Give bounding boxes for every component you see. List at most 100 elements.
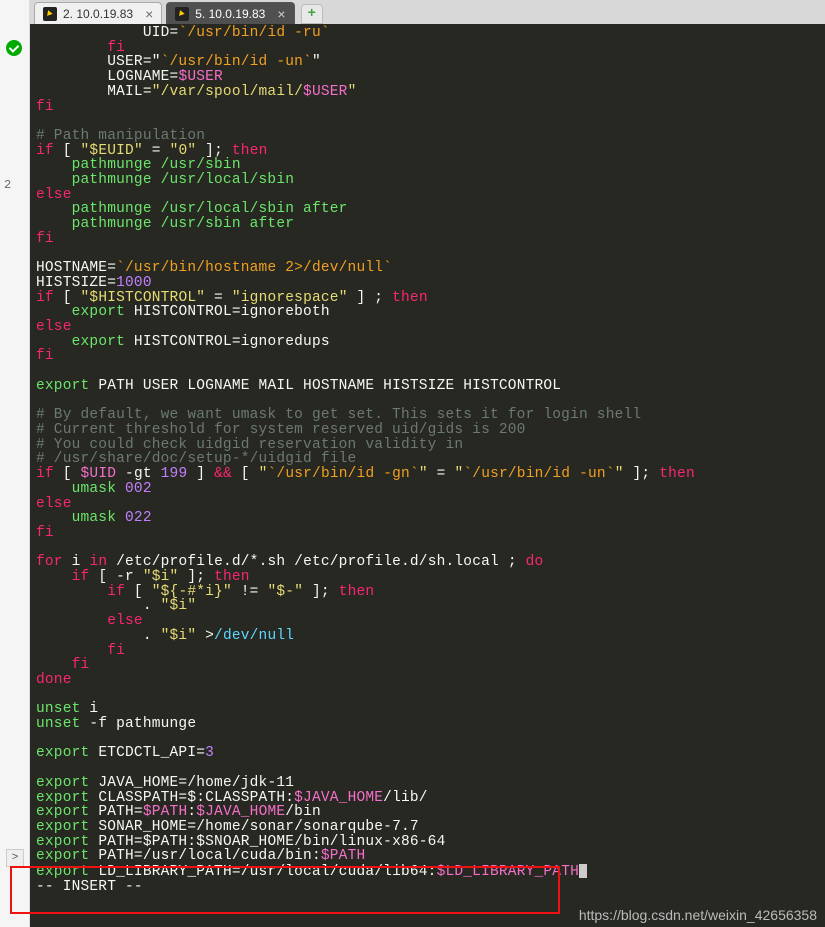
code: pathmunge /usr/local/sbin bbox=[36, 172, 294, 188]
code: SONAR_HOME=/home/sonar/sonarqube-7.7 bbox=[89, 819, 418, 835]
code: if bbox=[36, 143, 54, 159]
code: $JAVA_HOME bbox=[294, 790, 383, 806]
code: > bbox=[196, 628, 214, 644]
code: pathmunge /usr/sbin bbox=[36, 157, 241, 173]
left-gutter: 2 > bbox=[0, 0, 30, 927]
code: fi bbox=[36, 231, 54, 247]
code: else bbox=[36, 319, 72, 335]
code: `/usr/bin/id -ru` bbox=[178, 25, 329, 41]
code: [ bbox=[54, 466, 81, 482]
code: = bbox=[205, 290, 232, 306]
code: = bbox=[428, 466, 455, 482]
code: "$-" bbox=[267, 584, 303, 600]
code: export bbox=[36, 745, 89, 761]
code: for bbox=[36, 554, 63, 570]
code: /lib/ bbox=[383, 790, 428, 806]
code: != bbox=[232, 584, 268, 600]
code: PATH= bbox=[89, 804, 142, 820]
code: USER=" bbox=[36, 54, 161, 70]
code: else bbox=[36, 496, 72, 512]
code: UID= bbox=[36, 25, 178, 41]
code: ETCDCTL_API= bbox=[89, 745, 205, 761]
code: export bbox=[36, 819, 89, 835]
terminal-icon bbox=[175, 7, 189, 21]
tab-0[interactable]: 2. 10.0.19.83 × bbox=[34, 2, 162, 24]
code: else bbox=[36, 187, 72, 203]
code: `/usr/bin/id -un` bbox=[463, 466, 614, 482]
new-tab-button[interactable]: + bbox=[301, 4, 323, 24]
code: $JAVA_HOME bbox=[196, 804, 285, 820]
code: HISTCONTROL=ignoreboth bbox=[125, 304, 330, 320]
code: $LD_LIBRARY_PATH bbox=[437, 864, 579, 880]
code: HISTCONTROL=ignoredups bbox=[125, 334, 330, 350]
code: fi bbox=[36, 40, 125, 56]
code: [ bbox=[54, 143, 81, 159]
code: pathmunge /usr/local/sbin after bbox=[36, 201, 348, 217]
code: unset bbox=[36, 716, 81, 732]
code: unset bbox=[36, 701, 81, 717]
code: `/usr/bin/id -gn` bbox=[268, 466, 419, 482]
code: [ -r bbox=[89, 569, 142, 585]
code: $PATH bbox=[321, 848, 366, 864]
code: $USER bbox=[303, 84, 348, 100]
code: [ bbox=[232, 466, 259, 482]
code: PATH=/usr/local/cuda/bin: bbox=[89, 848, 320, 864]
tab-label: 2. 10.0.19.83 bbox=[63, 7, 133, 21]
code: export bbox=[72, 304, 125, 320]
code: PATH=$PATH:$SNOAR_HOME/bin/linux-x86-64 bbox=[89, 834, 445, 850]
code: " bbox=[312, 54, 321, 70]
code: else bbox=[36, 613, 143, 629]
code: && bbox=[214, 466, 232, 482]
code: MAIL= bbox=[36, 84, 152, 100]
code: if bbox=[36, 290, 54, 306]
code: [ bbox=[54, 290, 81, 306]
terminal-icon bbox=[43, 7, 57, 21]
code: 022 bbox=[125, 510, 152, 526]
code: export bbox=[36, 775, 89, 791]
code: " bbox=[259, 466, 268, 482]
editor-area[interactable]: UID=`/usr/bin/id -ru` fi USER=" `/usr/bin… bbox=[30, 24, 825, 927]
code: fi bbox=[36, 99, 54, 115]
mode-indicator: -- INSERT -- bbox=[36, 879, 143, 895]
code: . bbox=[36, 598, 161, 614]
code: then bbox=[392, 290, 428, 306]
code: HISTSIZE= bbox=[36, 275, 116, 291]
code: i bbox=[63, 554, 90, 570]
code: "$i" bbox=[143, 569, 179, 585]
code: "$HISTCONTROL" bbox=[81, 290, 206, 306]
close-icon[interactable]: × bbox=[277, 7, 285, 21]
code: umask bbox=[36, 481, 125, 497]
code: export bbox=[36, 378, 89, 394]
code: ] ; bbox=[348, 290, 393, 306]
code: fi bbox=[36, 348, 54, 364]
code: : bbox=[187, 804, 196, 820]
close-icon[interactable]: × bbox=[145, 7, 153, 21]
code: HOSTNAME= bbox=[36, 260, 116, 276]
code: fi bbox=[36, 657, 89, 673]
code bbox=[36, 569, 72, 585]
code: $UID bbox=[81, 466, 117, 482]
code: -gt bbox=[116, 466, 161, 482]
code: # Current threshold for system reserved … bbox=[36, 422, 526, 438]
code: # By default, we want umask to get set. … bbox=[36, 407, 641, 423]
code: "0" bbox=[170, 143, 197, 159]
tab-1[interactable]: 5. 10.0.19.83 × bbox=[166, 2, 294, 24]
code: /bin bbox=[285, 804, 321, 820]
code: "$i" bbox=[161, 628, 197, 644]
code: # Path manipulation bbox=[36, 128, 205, 144]
code: "$i" bbox=[161, 598, 197, 614]
code: "$EUID" bbox=[81, 143, 143, 159]
code: = bbox=[143, 143, 170, 159]
tab-bar: 2. 10.0.19.83 × 5. 10.0.19.83 × + bbox=[30, 0, 825, 24]
code: fi bbox=[36, 525, 54, 541]
code: /etc/profile.d/*.sh /etc/profile.d/sh.lo… bbox=[107, 554, 525, 570]
code: ] bbox=[187, 466, 214, 482]
code: if bbox=[36, 466, 54, 482]
code: `/usr/bin/hostname 2>/dev/null` bbox=[116, 260, 392, 276]
arrow-right-icon[interactable]: > bbox=[6, 849, 24, 867]
code: $PATH bbox=[143, 804, 188, 820]
check-icon bbox=[6, 40, 22, 56]
code: /dev/null bbox=[214, 628, 294, 644]
gutter-label: 2 bbox=[4, 178, 11, 192]
code: then bbox=[232, 143, 268, 159]
